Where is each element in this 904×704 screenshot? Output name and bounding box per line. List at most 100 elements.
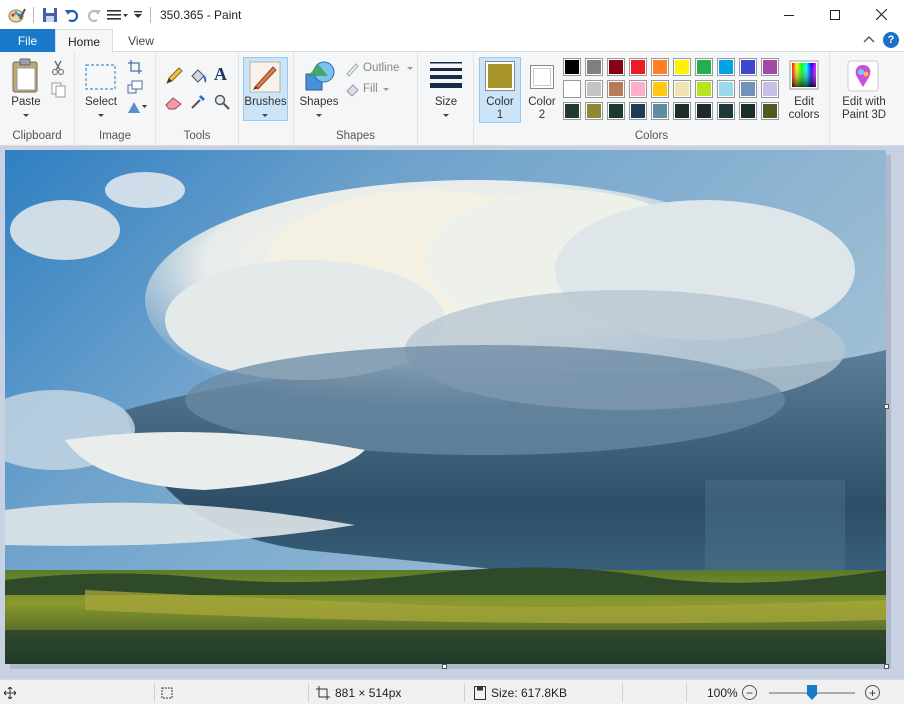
brush-icon[interactable] — [249, 61, 281, 96]
palette-swatch[interactable] — [607, 80, 625, 98]
color-picker-icon[interactable] — [190, 94, 206, 113]
palette-swatch[interactable] — [629, 58, 647, 76]
clipboard-group: Paste Clipboard — [0, 52, 75, 146]
zoom-in-button[interactable]: + — [865, 685, 880, 700]
palette-swatch[interactable] — [629, 102, 647, 120]
palette-swatch[interactable] — [761, 80, 779, 98]
palette-swatch[interactable] — [629, 80, 647, 98]
palette-swatch[interactable] — [563, 102, 581, 120]
customize-toolbar-icon[interactable] — [105, 4, 131, 26]
palette-swatch[interactable] — [585, 58, 603, 76]
drawing-canvas[interactable] — [5, 150, 886, 664]
chevron-down-icon[interactable] — [98, 114, 104, 117]
pencil-icon[interactable] — [165, 67, 183, 88]
chevron-down-icon[interactable] — [131, 4, 145, 26]
paint-app-icon[interactable] — [6, 4, 28, 26]
palette-swatch[interactable] — [673, 80, 691, 98]
fill-label[interactable]: Fill — [363, 83, 378, 96]
fill-bucket-icon[interactable] — [189, 67, 207, 88]
paste-label[interactable]: Paste — [6, 96, 46, 109]
palette-swatch[interactable] — [673, 58, 691, 76]
redo-icon[interactable] — [83, 4, 105, 26]
shapes-label[interactable]: Shapes — [298, 96, 340, 109]
canvas-resize-handle-bottom[interactable] — [442, 664, 447, 669]
magnifier-icon[interactable] — [214, 94, 230, 113]
color2-label[interactable]: Color — [522, 96, 562, 109]
tab-view[interactable]: View — [115, 29, 167, 52]
zoom-slider-thumb[interactable] — [807, 685, 817, 700]
text-tool-icon[interactable]: A — [214, 64, 227, 85]
brushes-label[interactable]: Brushes — [243, 96, 288, 109]
palette-swatch[interactable] — [761, 102, 779, 120]
paint3d-icon[interactable] — [847, 60, 879, 92]
paint3d-label[interactable]: Edit with — [832, 96, 896, 109]
canvas-resize-handle-corner[interactable] — [884, 664, 889, 669]
paste-icon[interactable] — [10, 58, 42, 98]
save-icon[interactable] — [39, 4, 61, 26]
palette-swatch[interactable] — [739, 58, 757, 76]
palette-swatch[interactable] — [651, 58, 669, 76]
shapes-icon[interactable] — [304, 60, 336, 97]
fill-icon[interactable] — [344, 82, 360, 101]
palette-swatch[interactable] — [717, 102, 735, 120]
palette-swatch[interactable] — [695, 102, 713, 120]
close-button[interactable] — [858, 0, 904, 29]
palette-swatch[interactable] — [739, 102, 757, 120]
size-label[interactable]: Size — [424, 96, 468, 109]
crop-icon[interactable] — [128, 60, 142, 77]
palette-swatch[interactable] — [585, 80, 603, 98]
chevron-down-icon[interactable] — [407, 67, 413, 70]
title-bar: 350.365 - Paint — [0, 0, 904, 29]
palette-swatch[interactable] — [673, 102, 691, 120]
eraser-icon[interactable] — [165, 94, 183, 113]
select-icon[interactable] — [85, 62, 117, 95]
collapse-ribbon-icon[interactable] — [862, 33, 876, 47]
outline-label[interactable]: Outline — [363, 62, 399, 75]
canvas-workspace[interactable] — [0, 146, 904, 679]
palette-swatch[interactable] — [717, 58, 735, 76]
paint3d-label-2[interactable]: Paint 3D — [832, 109, 896, 122]
palette-swatch[interactable] — [607, 58, 625, 76]
maximize-button[interactable] — [812, 0, 858, 29]
chevron-down-icon[interactable] — [316, 114, 322, 117]
canvas-resize-handle-right[interactable] — [884, 404, 889, 409]
edit-colors-icon[interactable] — [789, 60, 819, 90]
chevron-down-icon[interactable] — [383, 88, 389, 91]
edit-colors-label-2[interactable]: colors — [782, 109, 826, 122]
palette-swatch[interactable] — [563, 80, 581, 98]
palette-swatch[interactable] — [695, 58, 713, 76]
palette-swatch[interactable] — [695, 80, 713, 98]
palette-swatch-color — [741, 104, 755, 118]
palette-swatch[interactable] — [585, 102, 603, 120]
cursor-position-icon — [4, 680, 16, 704]
palette-swatch-color — [719, 60, 733, 74]
tab-home[interactable]: Home — [55, 29, 113, 53]
help-button[interactable]: ? — [883, 32, 899, 48]
palette-swatch[interactable] — [563, 58, 581, 76]
palette-swatch[interactable] — [739, 80, 757, 98]
palette-swatch[interactable] — [761, 58, 779, 76]
chevron-down-icon[interactable] — [262, 114, 268, 117]
copy-icon[interactable] — [51, 82, 67, 101]
undo-icon[interactable] — [61, 4, 83, 26]
edit-colors-label[interactable]: Edit — [782, 96, 826, 109]
tab-file[interactable]: File — [0, 29, 55, 52]
zoom-out-button[interactable]: − — [742, 685, 757, 700]
minimize-button[interactable] — [766, 0, 812, 29]
palette-swatch[interactable] — [607, 102, 625, 120]
outline-icon[interactable] — [344, 61, 360, 80]
chevron-down-icon[interactable] — [443, 114, 449, 117]
palette-swatch[interactable] — [651, 102, 669, 120]
select-label[interactable]: Select — [81, 96, 121, 109]
status-separator — [308, 683, 309, 702]
color2-label-number[interactable]: 2 — [522, 109, 562, 122]
color2-well[interactable] — [530, 65, 554, 89]
palette-swatch[interactable] — [651, 80, 669, 98]
chevron-down-icon[interactable] — [23, 114, 29, 117]
cut-icon[interactable] — [51, 60, 65, 79]
size-icon[interactable] — [430, 61, 462, 92]
color1-well[interactable] — [485, 61, 515, 91]
palette-swatch[interactable] — [717, 80, 735, 98]
resize-icon[interactable] — [127, 80, 143, 97]
rotate-icon[interactable] — [127, 100, 149, 117]
